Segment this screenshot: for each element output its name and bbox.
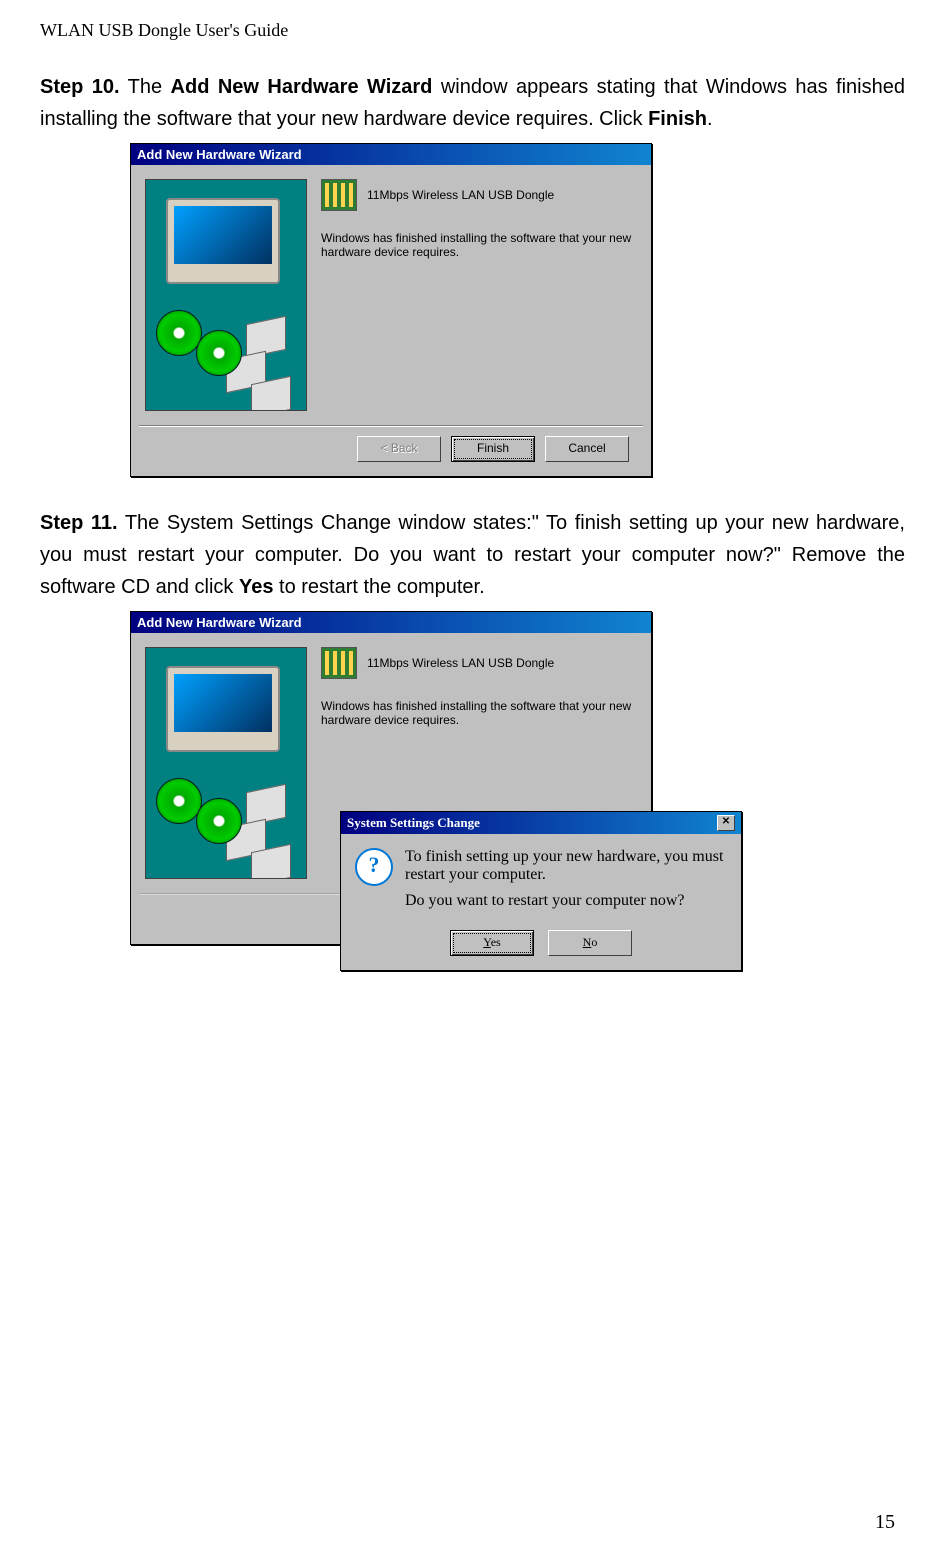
back-button-1: < Back [357,436,441,462]
dialog-1-titlebar: Add New Hardware Wizard [131,144,651,165]
yes-button[interactable]: Yes [450,930,534,956]
inner-dialog-title: System Settings Change [347,815,480,831]
step-10-bold-2: Finish [648,108,707,130]
step-11-label: Step 11. [40,512,118,534]
dialog-1-title: Add New Hardware Wizard [137,147,302,162]
step-10-label: Step 10. [40,76,120,98]
close-icon[interactable]: ✕ [717,815,735,831]
hardware-card-icon [321,179,357,211]
document-header: WLAN USB Dongle User's Guide [40,20,905,41]
no-button[interactable]: No [548,930,632,956]
system-settings-change-dialog: System Settings Change ✕ ? To finish set… [340,811,742,971]
step-11-text-2: to restart the computer. [273,576,484,598]
inner-message-line-2: Do you want to restart your computer now… [405,892,727,910]
hardware-card-icon-2 [321,647,357,679]
dialog-2-title: Add New Hardware Wizard [137,615,302,630]
cancel-button-1[interactable]: Cancel [545,436,629,462]
add-new-hardware-wizard-dialog-1: Add New Hardware Wizard 11Mbps Wireless … [130,143,652,477]
step-10-paragraph: Step 10. The Add New Hardware Wizard win… [40,71,905,135]
wizard-side-art [145,179,307,411]
wizard-side-art-2 [145,647,307,879]
step-10-bold-1: Add New Hardware Wizard [171,76,433,98]
hardware-name-2: 11Mbps Wireless LAN USB Dongle [367,656,554,670]
page-number: 15 [875,1511,895,1534]
finish-button-1[interactable]: Finish [451,436,535,462]
step-10-text-1: The [120,76,171,98]
question-icon: ? [355,848,393,886]
dialog-2-titlebar: Add New Hardware Wizard [131,612,651,633]
inner-dialog-titlebar: System Settings Change ✕ [341,812,741,834]
hardware-name-1: 11Mbps Wireless LAN USB Dongle [367,188,554,202]
step-10-text-3: . [707,108,713,130]
step-11-bold-1: Yes [239,576,273,598]
inner-message-line-1: To finish setting up your new hardware, … [405,848,727,884]
step-11-paragraph: Step 11. The System Settings Change wind… [40,507,905,603]
dialog-1-message: Windows has finished installing the soft… [321,231,637,259]
dialog-2-message: Windows has finished installing the soft… [321,699,637,727]
